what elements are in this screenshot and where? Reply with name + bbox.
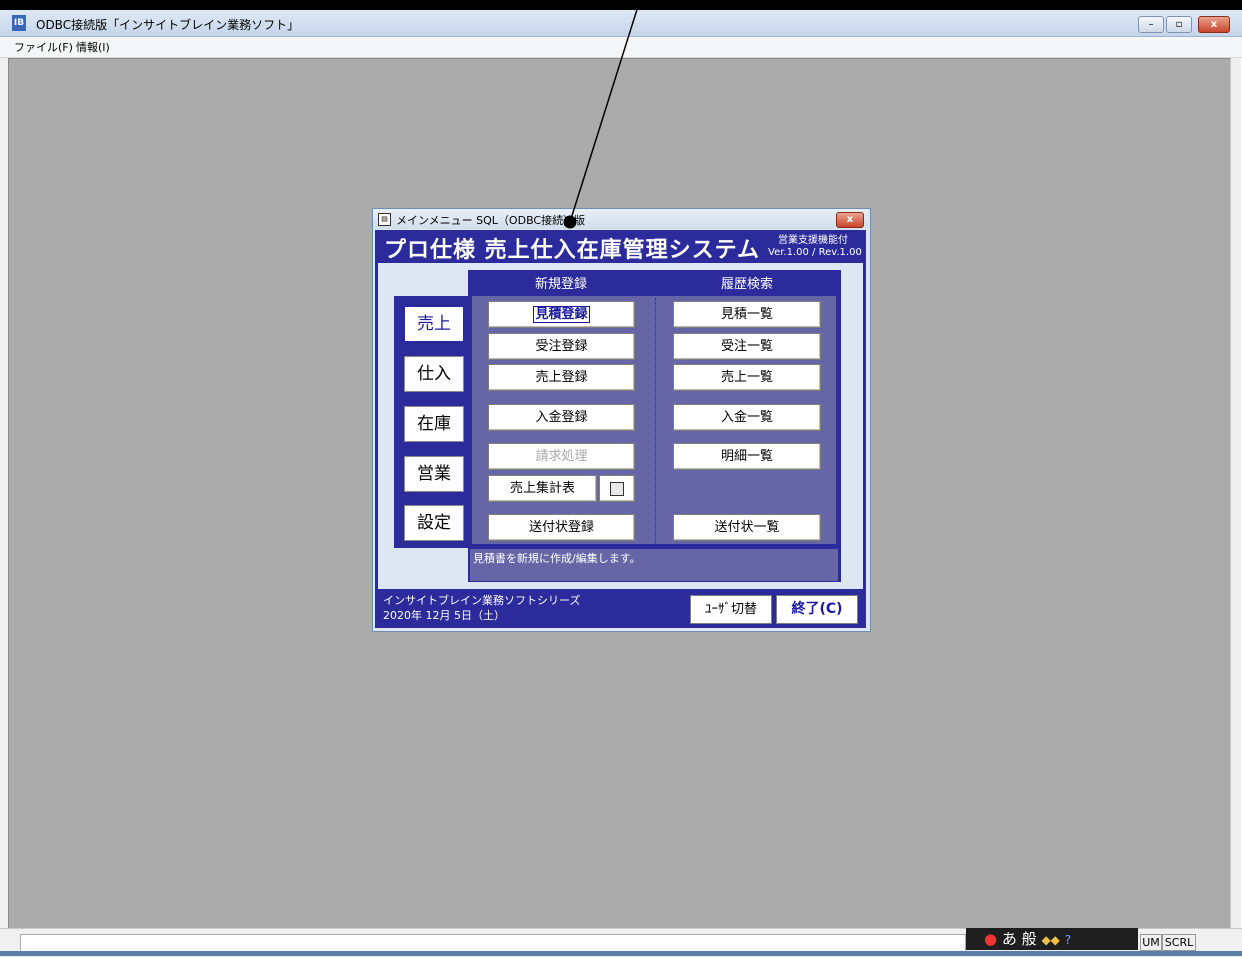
current-date: 2020年 12月 5日（土） xyxy=(383,609,505,622)
switch-user-button[interactable]: ﾕｰｻﾞ切替 xyxy=(690,595,772,624)
calendar-icon xyxy=(610,481,624,496)
sales-summary-button[interactable]: 売上集計表 xyxy=(488,475,597,502)
payment-list-button[interactable]: 入金一覧 xyxy=(673,404,821,431)
order-list-button[interactable]: 受注一覧 xyxy=(673,333,821,360)
screen-top-border xyxy=(0,0,1242,10)
system-title: プロ仕様 売上仕入在庫管理システム xyxy=(384,238,761,263)
status-message: 見積書を新規に作成/編集します。 xyxy=(473,552,641,565)
exit-button[interactable]: 終了(C) xyxy=(776,595,858,624)
calendar-button[interactable] xyxy=(599,475,635,502)
column-header-history: 履歴検索 xyxy=(720,277,773,292)
series-name: インサイトブレイン業務ソフトシリーズ xyxy=(383,594,581,607)
dialog-icon: ▤ xyxy=(378,213,391,226)
dialog-title: メインメニュー SQL（ODBC接続）版 xyxy=(396,214,586,227)
detail-list-button[interactable]: 明細一覧 xyxy=(673,443,821,470)
tab-sales[interactable]: 売上 xyxy=(404,306,464,342)
menubar xyxy=(0,37,1242,58)
order-register-button[interactable]: 受注登録 xyxy=(488,333,635,360)
menu-info[interactable]: 情報(I) xyxy=(76,39,110,55)
windows-taskbar xyxy=(0,951,1242,956)
ime-tools-icon: ◆◆ xyxy=(1041,933,1060,947)
estimate-register-label: 見積登録 xyxy=(533,306,590,323)
menu-file[interactable]: ファイル(F) xyxy=(14,39,73,55)
minimize-button[interactable]: – xyxy=(1138,16,1164,33)
statusbar-field xyxy=(20,934,966,952)
num-lock-indicator: UM xyxy=(1140,934,1162,951)
shipping-label-register-button[interactable]: 送付状登録 xyxy=(488,514,635,541)
tab-inventory[interactable]: 在庫 xyxy=(404,406,464,442)
sales-register-button[interactable]: 売上登録 xyxy=(488,364,635,391)
billing-process-button[interactable]: 請求処理 xyxy=(488,443,635,470)
tab-settings[interactable]: 設定 xyxy=(404,505,464,541)
ime-mode: あ 般 xyxy=(1001,930,1037,948)
tab-purchase[interactable]: 仕入 xyxy=(404,356,464,392)
help-icon: ? xyxy=(1064,933,1072,947)
version-label: Ver.1.00 / Rev.1.00 xyxy=(768,247,862,258)
column-divider xyxy=(655,298,656,544)
ime-toolbar[interactable]: ● あ 般 ◆◆ ? xyxy=(966,928,1138,950)
ime-flag-icon: ● xyxy=(984,930,998,948)
tab-sales-support[interactable]: 営業 xyxy=(404,456,464,492)
app-close-button[interactable]: x xyxy=(1198,16,1230,33)
dialog-close-button[interactable]: x xyxy=(836,212,864,228)
app-title: ODBC接続版「インサイトブレイン業務ソフト」 xyxy=(36,18,300,32)
column-header-new: 新規登録 xyxy=(534,277,587,292)
system-subtitle: 営業支援機能付 xyxy=(778,235,848,246)
app-icon: IB xyxy=(12,15,26,31)
vertical-scrollbar[interactable] xyxy=(1230,58,1241,928)
sales-list-button[interactable]: 売上一覧 xyxy=(673,364,821,391)
estimate-register-button[interactable]: 見積登録 xyxy=(488,301,635,328)
scroll-lock-indicator: SCRL xyxy=(1162,934,1196,951)
payment-register-button[interactable]: 入金登録 xyxy=(488,404,635,431)
shipping-label-list-button[interactable]: 送付状一覧 xyxy=(673,514,821,541)
maximize-button[interactable]: ▫ xyxy=(1166,16,1192,33)
estimate-list-button[interactable]: 見積一覧 xyxy=(673,301,821,328)
